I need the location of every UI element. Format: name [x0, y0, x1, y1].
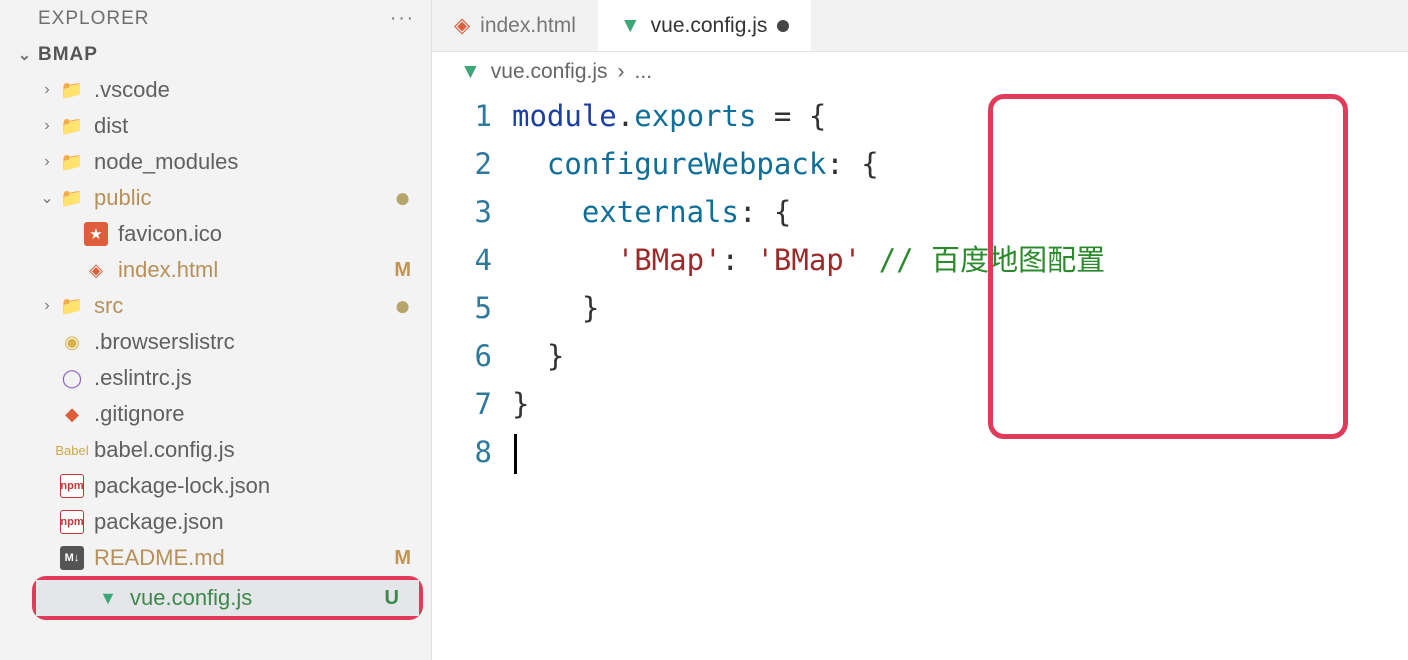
file-label: README.md — [94, 545, 394, 571]
tree-item[interactable]: ›📁 node_modules — [0, 144, 431, 180]
tree-item[interactable]: npm package.json — [0, 504, 431, 540]
explorer-title: EXPLORER — [38, 8, 149, 30]
file-label: .gitignore — [94, 401, 411, 427]
highlighted-file-box: ▼ vue.config.js U — [32, 576, 423, 620]
project-name: BMAP — [38, 44, 98, 66]
file-label: index.html — [118, 257, 394, 283]
tree-file-vue-config[interactable]: ▼ vue.config.js U — [36, 580, 419, 616]
editor-area: ◈ index.html ▼ vue.config.js ▼ vue.config.j… — [432, 0, 1408, 660]
tab-label: vue.config.js — [651, 14, 768, 38]
vue-icon: ▼ — [620, 14, 641, 38]
chevron-down-icon: ⌄ — [16, 45, 34, 65]
folder-grn-icon: 📁 — [60, 186, 84, 210]
tree-item[interactable]: ◆ .gitignore — [0, 396, 431, 432]
breadcrumb-file: vue.config.js — [491, 60, 608, 84]
npm-icon: npm — [60, 474, 84, 498]
chevron-icon: › — [38, 297, 56, 315]
explorer-sidebar: EXPLORER ··· ⌄ BMAP ›📁.vscode›📁dist›📁nod… — [0, 0, 432, 660]
file-label: .eslintrc.js — [94, 365, 411, 391]
file-label: node_modules — [94, 149, 411, 175]
breadcrumb-rest: ... — [635, 60, 653, 84]
file-label: public — [94, 185, 394, 211]
explorer-header: EXPLORER ··· — [0, 0, 431, 38]
breadcrumb-separator: › — [618, 60, 625, 84]
tree-item[interactable]: M↓ README.mdM — [0, 540, 431, 576]
folder-blue-icon: 📁 — [60, 78, 84, 102]
tree-item[interactable]: ◯ .eslintrc.js — [0, 360, 431, 396]
tree-item[interactable]: ◉ .browserslistrc — [0, 324, 431, 360]
file-label: vue.config.js — [130, 585, 385, 611]
file-label: dist — [94, 113, 411, 139]
editor-tabs: ◈ index.html ▼ vue.config.js — [432, 0, 1408, 52]
git-status: M — [394, 547, 411, 570]
file-tree: ›📁.vscode›📁dist›📁node_modules⌄📁public●★f… — [0, 72, 431, 576]
dirty-indicator-icon — [777, 20, 789, 32]
vue-icon: ▼ — [460, 60, 481, 84]
explorer-more-icon[interactable]: ··· — [390, 8, 415, 30]
file-label: src — [94, 293, 394, 319]
code-content[interactable]: module.exports = { configureWebpack: { e… — [512, 92, 1105, 476]
tree-item[interactable]: ›📁 .vscode — [0, 72, 431, 108]
html-icon: ◈ — [84, 258, 108, 282]
tree-item[interactable]: npm package-lock.json — [0, 468, 431, 504]
md-icon: M↓ — [60, 546, 84, 570]
chevron-icon: ⌄ — [38, 188, 56, 208]
file-label: package.json — [94, 509, 411, 535]
folder-grn-icon: 📁 — [60, 150, 84, 174]
babel-icon: Babel — [60, 438, 84, 462]
file-label: .vscode — [94, 77, 411, 103]
purple-icon: ◯ — [60, 366, 84, 390]
npm-icon: npm — [60, 510, 84, 534]
star-icon: ★ — [84, 222, 108, 246]
git-icon: ◆ — [60, 402, 84, 426]
file-label: package-lock.json — [94, 473, 411, 499]
tab-index-html[interactable]: ◈ index.html — [432, 0, 598, 51]
code-editor[interactable]: 12345678 module.exports = { configureWeb… — [462, 92, 1378, 476]
code-wrapper: 12345678 module.exports = { configureWeb… — [432, 92, 1408, 476]
folder-yel-icon: 📁 — [60, 114, 84, 138]
cursor — [514, 434, 517, 474]
tab-vue-config-js[interactable]: ▼ vue.config.js — [598, 0, 812, 51]
file-label: babel.config.js — [94, 437, 411, 463]
folder-grn-icon: 📁 — [60, 294, 84, 318]
file-label: .browserslistrc — [94, 329, 411, 355]
html-icon: ◈ — [454, 13, 470, 38]
tab-label: index.html — [480, 14, 576, 38]
tree-item[interactable]: ›📁src● — [0, 288, 431, 324]
git-status: M — [394, 259, 411, 282]
breadcrumb[interactable]: ▼ vue.config.js › ... — [432, 52, 1408, 92]
tree-item[interactable]: ★ favicon.ico — [0, 216, 431, 252]
yellow-icon: ◉ — [60, 330, 84, 354]
project-header[interactable]: ⌄ BMAP — [0, 38, 431, 72]
file-label: favicon.ico — [118, 221, 411, 247]
chevron-icon: › — [38, 117, 56, 135]
chevron-icon: › — [38, 81, 56, 99]
tree-item[interactable]: Babel babel.config.js — [0, 432, 431, 468]
tree-item[interactable]: ⌄📁public● — [0, 180, 431, 216]
chevron-icon: › — [38, 153, 56, 171]
vue-icon: ▼ — [96, 586, 120, 610]
git-status-untracked: U — [385, 587, 399, 610]
line-numbers: 12345678 — [462, 92, 512, 476]
tree-item[interactable]: ›📁 dist — [0, 108, 431, 144]
tree-item[interactable]: ◈ index.htmlM — [0, 252, 431, 288]
